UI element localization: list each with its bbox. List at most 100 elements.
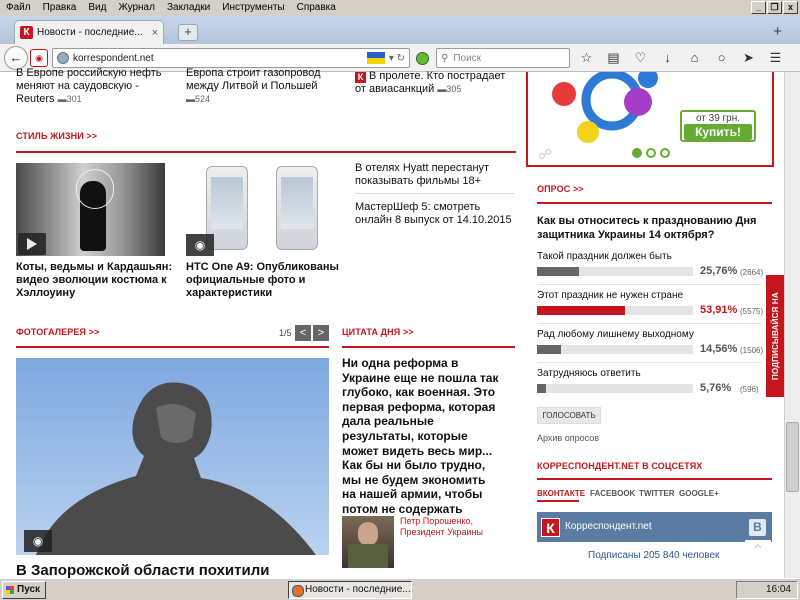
vk-widget[interactable]: К Корреспондент.net В xyxy=(537,512,772,542)
carousel-dot[interactable] xyxy=(632,148,642,158)
section-divider xyxy=(537,478,772,480)
news-item[interactable]: Европа строит газопровод между Литвой и … xyxy=(186,67,336,105)
vote-button[interactable]: ГОЛОСОВАТЬ xyxy=(537,407,601,424)
comment-icon: ▬ xyxy=(57,94,67,104)
page-scrollbar[interactable] xyxy=(784,72,800,578)
scroll-thumb[interactable] xyxy=(786,422,799,492)
gallery-next-button[interactable]: > xyxy=(313,325,329,341)
quote-author[interactable]: Петр Порошенко, Президент Украины xyxy=(400,516,510,538)
menu-view[interactable]: Вид xyxy=(82,0,112,16)
subscribe-magazine-tab[interactable]: ПОДПИСЫВАЙСЯ НА ЖУРНАЛ xyxy=(766,275,800,397)
poll-option-percent: 14,56% xyxy=(700,343,738,355)
search-bar[interactable]: ⚲ Поиск xyxy=(436,48,570,68)
gallery-prev-button[interactable]: < xyxy=(295,325,311,341)
comment-count: 301 xyxy=(66,94,82,104)
poll-option-percent: 25,76% xyxy=(700,265,738,277)
poll-option-label[interactable]: Такой праздник должен быть xyxy=(537,251,672,262)
taskbar: Пуск Новости - последние... 16:04 xyxy=(0,578,800,600)
start-button[interactable]: Пуск xyxy=(2,581,46,599)
play-video-icon[interactable] xyxy=(18,233,46,255)
section-divider xyxy=(16,151,516,153)
minimize-button[interactable]: _ xyxy=(751,1,766,14)
taskbar-firefox-task[interactable]: Новости - последние... xyxy=(288,581,412,599)
poll-option-percent: 53,91% xyxy=(700,304,738,316)
buy-button[interactable]: Купить! xyxy=(684,124,752,140)
halloween-video-thumbnail[interactable] xyxy=(16,163,165,256)
gallery-photo[interactable]: ◉ xyxy=(16,358,329,555)
gallery-header[interactable]: ФОТОГАЛЕРЕЯ >> xyxy=(16,327,99,337)
phone-image xyxy=(276,166,318,250)
new-tab-button[interactable]: + xyxy=(178,24,198,41)
menu-icon[interactable]: ☰ xyxy=(767,50,784,66)
menu-help[interactable]: Справка xyxy=(291,0,342,16)
carousel-dot[interactable] xyxy=(646,148,656,158)
bookmark-star-icon[interactable]: ☆ xyxy=(578,50,595,66)
menu-tools[interactable]: Инструменты xyxy=(216,0,290,16)
news-item[interactable]: КВ пролете. Кто пострадает от авиасанкци… xyxy=(355,70,515,98)
menu-history[interactable]: Журнал xyxy=(112,0,161,16)
poll-archive-link[interactable]: Архив опросов xyxy=(537,433,599,443)
vk-logo-icon[interactable]: В xyxy=(749,519,766,536)
gallery-caption[interactable]: В Запорожской области похитили xyxy=(16,562,329,578)
url-text[interactable]: korrespondent.net xyxy=(73,53,363,64)
camera-icon[interactable]: ◉ xyxy=(186,234,214,256)
restore-button[interactable]: ❐ xyxy=(767,1,782,14)
comment-icon: ▬ xyxy=(437,84,447,94)
poll-question: Как вы относитесь к празднованию Дня защ… xyxy=(537,215,757,241)
poll-option-label[interactable]: Рад любому лишнему выходному xyxy=(537,329,694,340)
social-tab-google[interactable]: GOOGLE+ xyxy=(679,489,719,498)
korrespondent-logo-icon: К xyxy=(355,72,366,83)
poll-bar-track xyxy=(537,384,693,393)
go-icon[interactable] xyxy=(416,52,429,65)
poll-header[interactable]: ОПРОС >> xyxy=(537,184,584,194)
news-item[interactable]: В Европе российскую нефть меняют на сауд… xyxy=(16,67,176,105)
list-all-tabs-button[interactable]: + xyxy=(773,23,782,40)
news-title[interactable]: В Европе российскую нефть меняют на сауд… xyxy=(16,67,161,105)
poll-option-label[interactable]: Затрудняюсь ответить xyxy=(537,368,641,379)
poll-bar-fill xyxy=(537,267,579,276)
carousel-dot[interactable] xyxy=(660,148,670,158)
chat-icon[interactable]: ○ xyxy=(713,50,730,66)
url-bar[interactable]: korrespondent.net ▾ ↻ xyxy=(52,48,410,68)
news-title[interactable]: Европа строит газопровод между Литвой и … xyxy=(186,67,321,92)
ukraine-flag-icon xyxy=(366,52,385,64)
section-divider xyxy=(537,202,772,204)
scroll-up-icon[interactable]: ⌃ xyxy=(745,540,771,564)
dropdown-reload-icon[interactable]: ▾ ↻ xyxy=(389,53,409,64)
social-header[interactable]: КОРРЕСПОНДЕНТ.NET В СОЦСЕТЯХ xyxy=(537,461,702,471)
active-tab-indicator xyxy=(537,500,579,502)
korrespondent-logo-icon: К xyxy=(541,518,560,537)
menu-file[interactable]: Файл xyxy=(0,0,37,16)
lifestyle-header[interactable]: СТИЛЬ ЖИЗНИ >> xyxy=(16,131,97,141)
news-title[interactable]: В пролете. Кто пострадает от авиасанкций xyxy=(355,70,505,95)
price-tag[interactable]: от 39 грн. Купить! xyxy=(680,110,756,142)
camera-icon[interactable]: ◉ xyxy=(30,49,48,67)
pocket-icon[interactable]: ♡ xyxy=(632,50,649,66)
tab-active[interactable]: К Новости - последние... × xyxy=(14,20,164,44)
tab-close-icon[interactable]: × xyxy=(152,27,158,39)
download-icon[interactable]: ↓ xyxy=(659,50,676,66)
search-placeholder: Поиск xyxy=(453,52,482,64)
close-window-button[interactable]: x xyxy=(783,1,798,14)
quote-header[interactable]: ЦИТАТА ДНЯ >> xyxy=(342,327,414,337)
poll-option-label[interactable]: Этот праздник не нужен стране xyxy=(537,290,683,301)
bookmarks-list-icon[interactable]: ▤ xyxy=(605,50,622,66)
lifestyle-side-link[interactable]: МастерШеф 5: смотреть онлайн 8 выпуск от… xyxy=(355,201,515,227)
social-tab-facebook[interactable]: FACEBOOK xyxy=(590,489,635,498)
vk-group-name[interactable]: Корреспондент.net xyxy=(565,521,652,532)
poll-option-votes: (1506) xyxy=(740,346,764,355)
camera-icon[interactable]: ◉ xyxy=(24,530,52,552)
share-icon[interactable]: ➤ xyxy=(740,50,757,66)
lenin-statue-image xyxy=(36,382,316,555)
social-tab-vk[interactable]: ВКОНТАКТЕ xyxy=(537,489,585,498)
lifestyle-card-title[interactable]: Коты, ведьмы и Кардашьян: видео эволюции… xyxy=(16,261,176,300)
menu-edit[interactable]: Правка xyxy=(37,0,83,16)
poll-option-divider xyxy=(537,323,762,324)
lifestyle-card-title[interactable]: HTC One A9: Опубликованы официальные фот… xyxy=(186,261,346,300)
menu-bookmarks[interactable]: Закладки xyxy=(161,0,216,16)
home-icon[interactable]: ⌂ xyxy=(686,50,703,66)
social-tab-twitter[interactable]: TWITTER xyxy=(639,489,675,498)
divider xyxy=(355,193,515,194)
lifestyle-side-link[interactable]: В отелях Hyatt перестанут показывать фил… xyxy=(355,162,515,188)
htc-phone-thumbnail[interactable]: ◉ xyxy=(186,163,341,256)
